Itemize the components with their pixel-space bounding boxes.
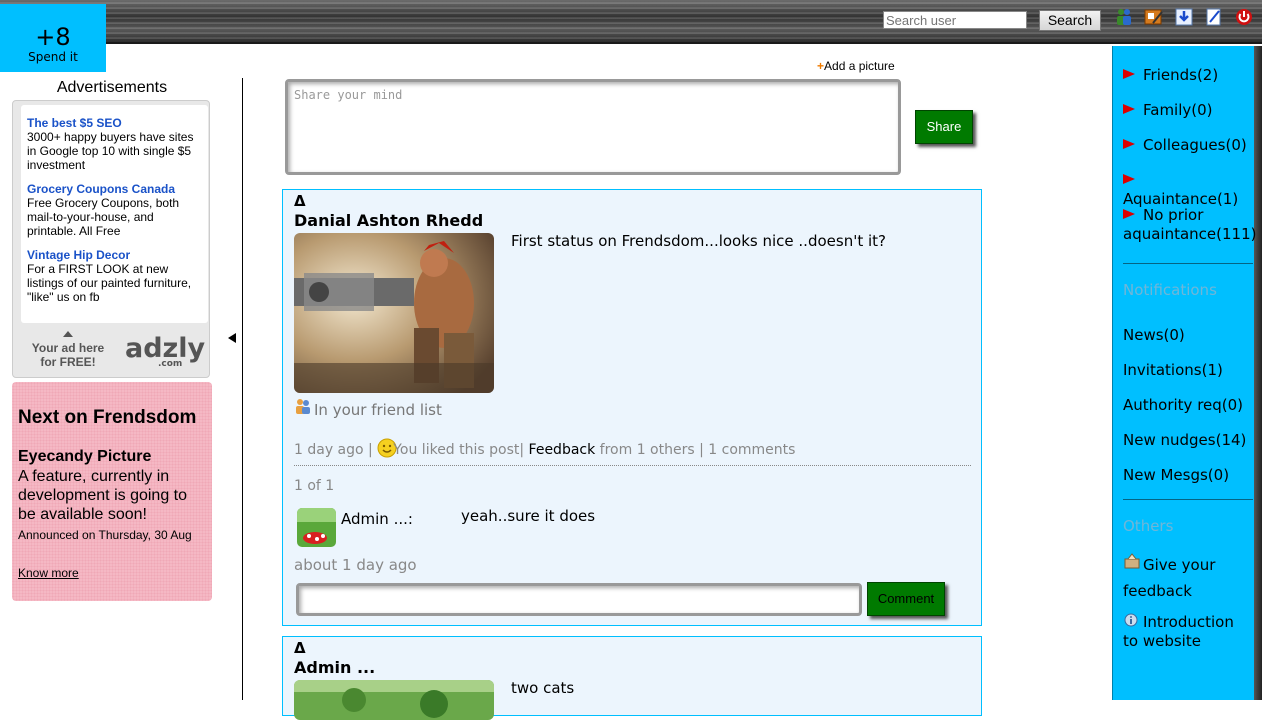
feedback-link[interactable]: Feedback [529,442,596,458]
group-friends[interactable]: Friends(2) [1123,66,1253,85]
notif-authority[interactable]: Authority req(0) [1123,396,1253,415]
liked-text: You liked this post [393,442,520,458]
add-picture-link[interactable]: +Add a picture [817,59,895,73]
people-icon[interactable] [1114,7,1134,27]
post-status: two cats [511,679,575,697]
friends-icon [294,397,310,414]
group-family[interactable]: Family(0) [1123,101,1253,120]
ads-panel: The best $5 SEO 3000+ happy buyers have … [12,100,210,378]
post-meta: 1 day ago | You liked this post| Feedbac… [294,438,795,458]
friend-status-text: In your friend list [314,401,442,419]
feature-description: A feature, currently in development is g… [18,468,187,523]
comment-time: about 1 day ago [294,556,417,574]
spend-link[interactable]: Spend it [0,50,106,64]
flag-icon [1123,69,1135,79]
download-icon[interactable] [1174,7,1194,27]
up-arrow-icon [63,331,73,337]
column-divider [242,78,243,700]
ad-item[interactable]: The best $5 SEO 3000+ happy buyers have … [27,116,203,172]
group-colleagues[interactable]: Colleagues(0) [1123,136,1253,155]
share-button[interactable]: Share [915,110,973,144]
collapse-arrow-icon[interactable] [228,333,236,343]
notif-news[interactable]: News(0) [1123,326,1253,345]
search-button[interactable]: Search [1039,10,1101,31]
flag-icon [1123,209,1135,219]
ad-promo-link[interactable]: Your ad here for FREE! [28,341,108,369]
group-no-prior[interactable]: No prior aquaintance(111) [1123,206,1257,244]
share-placeholder: Share your mind [294,88,403,102]
notifications-heading: Notifications [1123,281,1217,299]
ad-text: 3000+ happy buyers have sites in Google … [27,130,194,172]
post-author[interactable]: Admin ... [294,658,375,677]
right-sidebar: Friends(2) Family(0) Colleagues(0) Aquai… [1112,46,1257,700]
comment-button[interactable]: Comment [867,582,945,616]
feedback-from: from 1 others [599,442,695,458]
ad-item[interactable]: Grocery Coupons Canada Free Grocery Coup… [27,182,203,238]
flag-icon [1123,174,1135,184]
post-author[interactable]: Danial Ashton Rhedd [294,211,483,230]
post-divider [294,465,971,466]
comment-input[interactable] [296,583,862,616]
next-feature-panel: Next on Frendsdom Eyecandy Picture A fea… [12,382,212,601]
info-icon [1123,613,1139,629]
points-widget[interactable]: +8 Spend it [0,4,106,72]
notepad-icon[interactable] [1204,7,1224,27]
sidebar-shadow [1254,46,1262,700]
post-card: Δ Admin ... two cats [282,636,982,720]
ad-title[interactable]: The best $5 SEO [27,116,203,130]
others-heading: Others [1123,517,1174,535]
feature-name: Eyecandy Picture [18,448,152,465]
power-icon[interactable] [1234,7,1254,27]
comment-author[interactable]: Admin ...: [341,510,413,528]
notif-nudges[interactable]: New nudges(14) [1123,431,1253,450]
announce-date: Announced on Thursday, 30 Aug [18,528,192,542]
edit-profile-icon[interactable] [1144,7,1164,27]
next-title: Next on Frendsdom [18,407,197,428]
ad-title[interactable]: Vintage Hip Decor [27,248,203,262]
post-photo[interactable] [294,233,494,393]
comments-count-link[interactable]: 1 comments [708,442,795,458]
introduction-label: Introduction to website [1123,613,1234,650]
smiley-icon[interactable] [377,438,397,458]
group-label: Family(0) [1143,101,1213,119]
ads-title: Advertisements [56,79,168,96]
group-label: No prior aquaintance(111) [1123,206,1257,243]
group-label: Friends(2) [1143,66,1219,84]
group-aquaintance[interactable]: Aquaintance(1) [1123,171,1253,209]
post-photo[interactable] [294,680,494,720]
flag-icon [1123,104,1135,114]
notif-invitations[interactable]: Invitations(1) [1123,361,1253,380]
comment-text: yeah..sure it does [461,507,596,525]
search-user-input[interactable] [883,11,1027,29]
post-time: 1 day ago [294,442,364,458]
share-textarea[interactable]: Share your mind [285,79,901,175]
post-marker[interactable]: Δ [294,639,306,657]
ad-title[interactable]: Grocery Coupons Canada [27,182,203,196]
add-picture-label: Add a picture [824,59,895,73]
ads-list: The best $5 SEO 3000+ happy buyers have … [21,105,208,323]
know-more-link[interactable]: Know more [18,566,79,580]
feedback-box-icon [1123,552,1140,569]
points-value: +8 [35,23,71,51]
friend-status: In your friend list [294,397,442,419]
comments-pager: 1 of 1 [294,478,335,494]
sidebar-divider [1123,499,1253,500]
comment-avatar[interactable] [297,508,336,547]
group-label: Colleagues(0) [1143,136,1247,154]
post-marker[interactable]: Δ [294,192,306,210]
sidebar-divider [1123,263,1253,264]
notif-messages[interactable]: New Mesgs(0) [1123,466,1253,485]
plus-icon: + [817,59,825,73]
flag-icon [1123,139,1135,149]
ad-item[interactable]: Vintage Hip Decor For a FIRST LOOK at ne… [27,248,203,304]
introduction-link[interactable]: Introduction to website [1123,613,1253,651]
give-feedback-link[interactable]: Give your feedback [1123,552,1253,604]
post-status: First status on Frendsdom...looks nice .… [511,232,886,250]
ad-text: Free Grocery Coupons, both mail-to-your-… [27,196,180,238]
adzly-domain: .com [158,359,183,369]
post-card: Δ Danial Ashton Rhedd First status on Fr… [282,189,982,626]
ad-text: For a FIRST LOOK at new listings of our … [27,262,192,304]
